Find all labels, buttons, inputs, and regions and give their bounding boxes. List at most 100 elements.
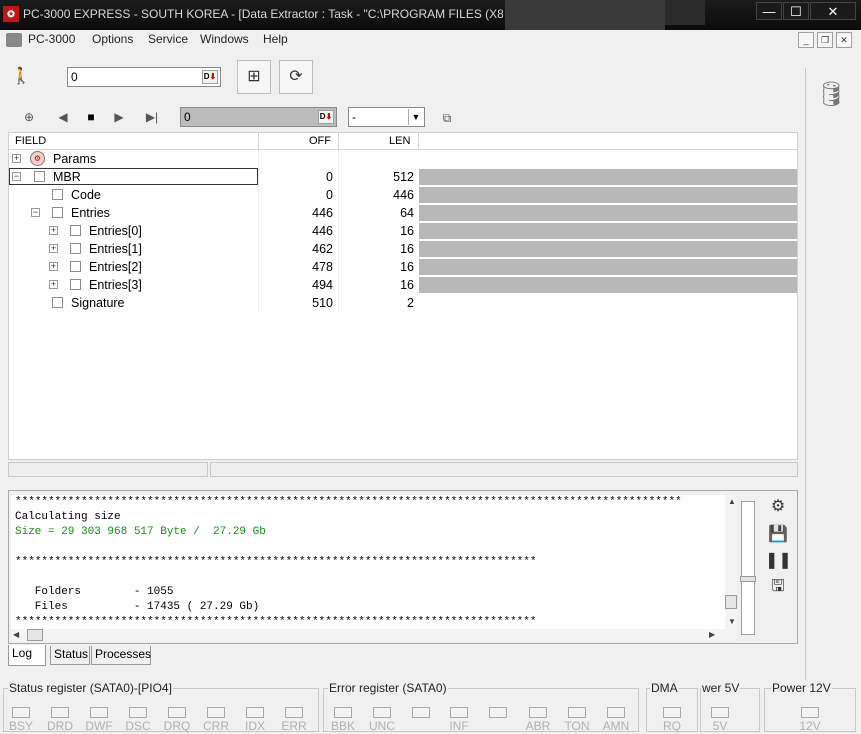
- led-bsy: [12, 707, 30, 718]
- header-field[interactable]: FIELD: [15, 135, 46, 147]
- field-name: Code: [71, 188, 101, 202]
- table-row[interactable]: + Entries[1] 462 16: [9, 240, 797, 258]
- log-output[interactable]: ****************************************…: [11, 495, 725, 629]
- row-checkbox[interactable]: [70, 279, 81, 290]
- tree-view-icon[interactable]: ⊞: [237, 60, 271, 94]
- dma-group: DMA RQ: [646, 681, 698, 733]
- led-amn: [607, 707, 625, 718]
- menu-service[interactable]: Service: [148, 32, 188, 46]
- scroll-left-icon[interactable]: ◀: [13, 630, 19, 639]
- scroll-thumb[interactable]: [27, 629, 43, 641]
- field-name: MBR: [53, 170, 81, 184]
- log-horizontal-scrollbar[interactable]: ◀ ▶: [11, 629, 737, 641]
- decimal-mode-icon[interactable]: D⬇: [318, 110, 334, 124]
- mode-value: -: [352, 110, 356, 124]
- table-row[interactable]: Code 0 446: [9, 186, 797, 204]
- led-crr: [207, 707, 225, 718]
- table-row[interactable]: + Entries[3] 494 16: [9, 276, 797, 294]
- prev-icon[interactable]: ◀: [52, 106, 74, 128]
- next-icon[interactable]: ▶: [108, 106, 130, 128]
- mdi-restore-button[interactable]: ❐: [817, 32, 833, 48]
- mdi-minimize-button[interactable]: _: [798, 32, 814, 48]
- address-input[interactable]: 0 D⬇: [67, 67, 221, 87]
- apply-icon[interactable]: ⧉: [436, 107, 458, 129]
- field-name: Params: [53, 152, 97, 166]
- tab-status[interactable]: Status: [50, 646, 90, 665]
- field-len: 64: [400, 206, 414, 220]
- log-level-slider[interactable]: [740, 501, 756, 635]
- save-as-icon[interactable]: 🖫: [765, 575, 791, 599]
- row-checkbox[interactable]: [52, 297, 63, 308]
- offset-input[interactable]: 0 D⬇: [180, 107, 337, 127]
- settings-log-icon[interactable]: ⚙: [765, 495, 791, 519]
- expand-icon[interactable]: +: [49, 244, 58, 253]
- row-checkbox[interactable]: [52, 207, 63, 218]
- field-off: 446: [312, 224, 333, 238]
- log-line: Size = 29 303 968 517 Byte / 27.29 Gb: [15, 526, 266, 538]
- scroll-thumb[interactable]: [725, 595, 737, 609]
- table-row[interactable]: − MBR 0 512: [9, 168, 797, 186]
- last-icon[interactable]: ▶|: [141, 106, 163, 128]
- row-checkbox[interactable]: [70, 261, 81, 272]
- table-row[interactable]: Signature 510 2: [9, 294, 797, 312]
- menu-windows[interactable]: Windows: [200, 32, 249, 46]
- minimize-button[interactable]: —: [756, 2, 782, 20]
- table-row[interactable]: + Entries[0] 446 16: [9, 222, 797, 240]
- table-row[interactable]: + ⚙ Params: [9, 150, 797, 168]
- exit-icon[interactable]: 🚶: [10, 66, 32, 88]
- close-button[interactable]: ✕: [810, 2, 856, 20]
- refresh-structure-icon[interactable]: ⟳: [279, 60, 313, 94]
- tab-processes[interactable]: Processes: [91, 646, 151, 665]
- tab-log[interactable]: Log: [8, 645, 46, 666]
- decimal-mode-icon[interactable]: D⬇: [202, 70, 218, 84]
- field-off: 446: [312, 206, 333, 220]
- lock-icon[interactable]: ⊕: [18, 106, 40, 128]
- header-off[interactable]: OFF: [309, 135, 331, 147]
- menu-bar: PC-3000 Options Service Windows Help: [0, 30, 861, 50]
- chevron-down-icon[interactable]: ▼: [408, 109, 423, 125]
- field-off: 510: [312, 296, 333, 310]
- expand-icon[interactable]: +: [49, 262, 58, 271]
- scroll-right-icon[interactable]: ▶: [709, 630, 715, 639]
- scroll-up-icon[interactable]: ▲: [728, 497, 736, 506]
- field-name: Signature: [71, 296, 125, 310]
- scroll-down-icon[interactable]: ▼: [728, 617, 736, 626]
- row-checkbox[interactable]: [34, 171, 45, 182]
- collapse-icon[interactable]: −: [12, 172, 21, 181]
- row-checkbox[interactable]: [70, 243, 81, 254]
- app-menu-icon[interactable]: [6, 33, 22, 47]
- menu-options[interactable]: Options: [92, 32, 133, 46]
- database-icon[interactable]: 🛢: [816, 80, 846, 112]
- stop-icon[interactable]: ■: [80, 106, 102, 128]
- mode-select[interactable]: - ▼: [348, 107, 425, 127]
- expand-icon[interactable]: +: [49, 280, 58, 289]
- row-checkbox[interactable]: [52, 189, 63, 200]
- led-label: TON: [564, 719, 590, 733]
- collapse-icon[interactable]: −: [31, 208, 40, 217]
- save-icon[interactable]: 💾: [765, 523, 791, 547]
- expand-icon[interactable]: +: [12, 154, 21, 163]
- menu-help[interactable]: Help: [263, 32, 288, 46]
- pause-icon[interactable]: ❚❚: [765, 549, 792, 573]
- menu-pc3000[interactable]: PC-3000: [28, 32, 75, 46]
- led-label: DRD: [47, 719, 73, 733]
- row-checkbox[interactable]: [70, 225, 81, 236]
- table-row[interactable]: + Entries[2] 478 16: [9, 258, 797, 276]
- value-bar: [419, 241, 797, 257]
- expand-icon[interactable]: +: [49, 226, 58, 235]
- led-label: DWF: [85, 719, 113, 733]
- title-bar: ✪ PC-3000 EXPRESS - SOUTH KOREA - [Data …: [0, 0, 861, 36]
- table-row[interactable]: − Entries 446 64: [9, 204, 797, 222]
- header-len[interactable]: LEN: [389, 135, 410, 147]
- maximize-button[interactable]: ☐: [783, 2, 809, 20]
- value-bar: [419, 223, 797, 239]
- log-vertical-scrollbar[interactable]: ▲ ▼: [725, 495, 737, 629]
- slider-thumb[interactable]: [740, 576, 756, 582]
- led-empty: [412, 707, 430, 718]
- led-label: INF: [449, 719, 469, 733]
- led-unc: [373, 707, 391, 718]
- mdi-close-button[interactable]: ✕: [836, 32, 852, 48]
- led-drd: [51, 707, 69, 718]
